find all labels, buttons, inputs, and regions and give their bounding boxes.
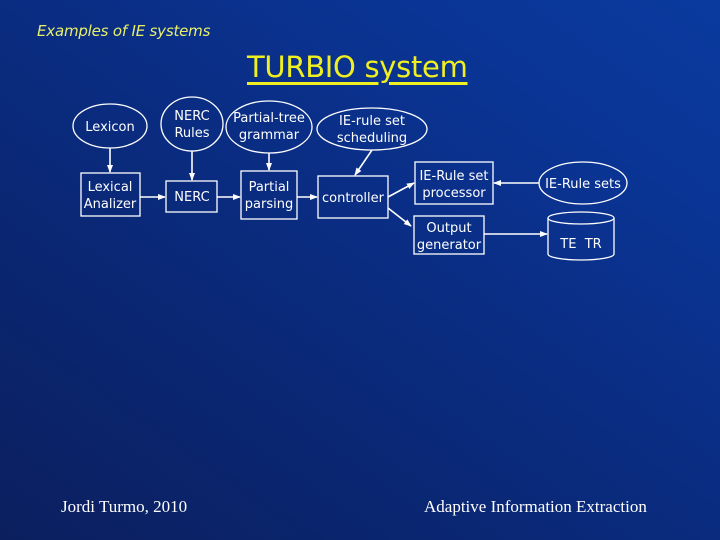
- edge-controller-to-processor: [387, 182, 415, 198]
- node-label: NERC: [174, 109, 209, 124]
- node-partial-parsing: Partial parsing: [240, 170, 298, 220]
- node-lexical-analizer: Lexical Analizer: [80, 172, 141, 217]
- edge-controller-to-output-generator: [387, 207, 412, 227]
- node-ie-rule-sets: IE-Rule sets: [538, 161, 628, 205]
- node-controller: controller: [317, 175, 389, 219]
- node-label: Output: [426, 221, 471, 236]
- node-label: IE-Rule sets: [545, 177, 621, 192]
- ellipse-shape: [160, 96, 224, 152]
- node-label: grammar: [239, 128, 300, 143]
- node-ie-rule-set-processor: IE-Rule set processor: [414, 161, 494, 205]
- node-label: NERC: [174, 190, 209, 205]
- edge-scheduling-to-controller: [354, 149, 373, 176]
- node-label: TE TR: [559, 237, 601, 252]
- node-label: Partial-tree: [233, 111, 305, 126]
- node-label: processor: [422, 186, 486, 201]
- node-label: generator: [417, 238, 482, 253]
- footer-course-title: Adaptive Information Extraction: [424, 497, 647, 516]
- cylinder-top: [547, 211, 615, 225]
- node-label: IE-rule set: [339, 114, 405, 129]
- node-output-generator: Output generator: [413, 215, 485, 255]
- node-label: Lexical: [88, 180, 133, 195]
- node-label: Partial: [249, 180, 290, 195]
- node-label: IE-Rule set: [419, 169, 488, 184]
- node-lexicon: Lexicon: [72, 103, 148, 149]
- node-te-tr: TE TR: [547, 211, 615, 261]
- node-ie-rule-set-scheduling: IE-rule set scheduling: [316, 107, 428, 151]
- ellipse-shape: [225, 100, 313, 154]
- footer-author: Jordi Turmo, 2010: [61, 497, 188, 516]
- node-nerc-rules: NERC Rules: [160, 96, 224, 152]
- node-partial-tree-grammar: Partial-tree grammar: [225, 100, 313, 154]
- node-label: Analizer: [84, 197, 137, 212]
- node-nerc: NERC: [165, 180, 218, 213]
- node-label: Rules: [174, 126, 209, 141]
- turbio-diagram: Lexicon NERC Rules Partial-tree grammar …: [72, 96, 628, 261]
- node-label: Lexicon: [85, 120, 134, 135]
- node-label: parsing: [245, 197, 293, 212]
- node-label: controller: [322, 191, 385, 206]
- node-label: scheduling: [337, 131, 407, 146]
